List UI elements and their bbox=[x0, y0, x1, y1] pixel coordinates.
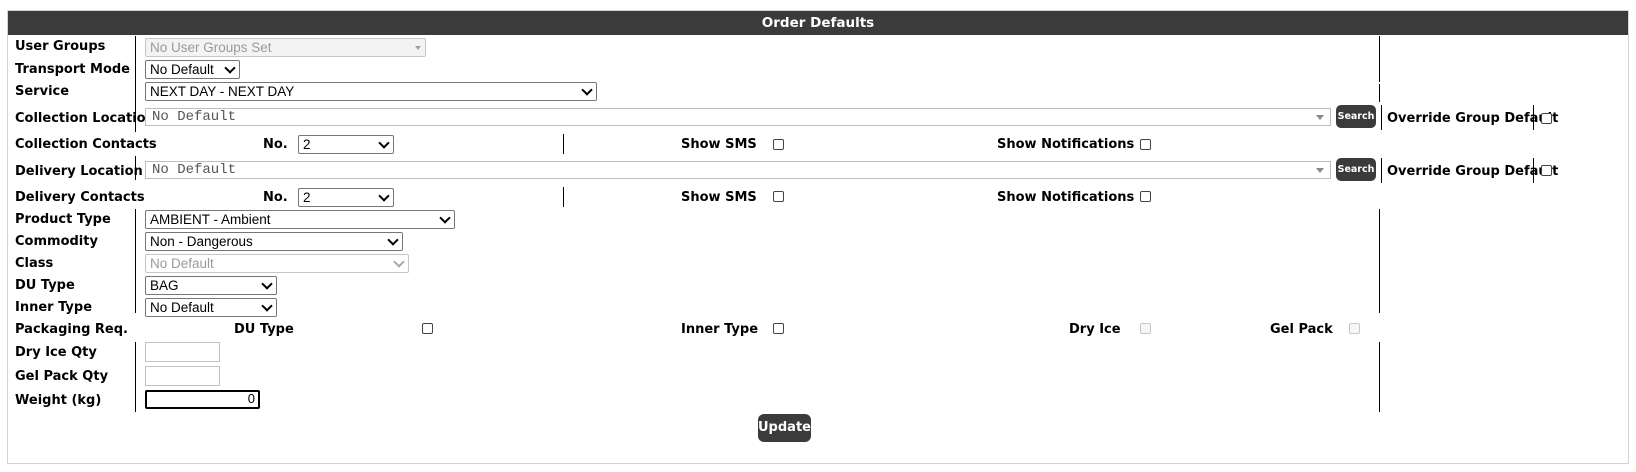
packaging-dry-ice-checkbox[interactable] bbox=[1140, 323, 1151, 334]
transport-mode-value: No Default bbox=[150, 62, 214, 77]
delivery-show-notifications-label: Show Notifications bbox=[997, 190, 1135, 205]
update-button[interactable]: Update bbox=[758, 414, 811, 442]
collection-contacts-label: Collection Contacts bbox=[15, 137, 157, 152]
chevron-down-icon bbox=[378, 190, 390, 202]
inner-type-select[interactable]: No Default bbox=[145, 298, 277, 317]
packaging-gel-pack-checkbox[interactable] bbox=[1349, 323, 1360, 334]
collection-location-combo[interactable]: No Default bbox=[145, 108, 1331, 126]
chevron-down-icon bbox=[439, 212, 451, 224]
service-select[interactable]: NEXT DAY - NEXT DAY bbox=[145, 82, 597, 101]
commodity-select[interactable]: Non - Dangerous bbox=[145, 232, 403, 251]
transport-mode-label: Transport Mode bbox=[15, 62, 130, 77]
inner-type-label: Inner Type bbox=[15, 300, 93, 315]
du-type-label: DU Type bbox=[15, 278, 75, 293]
contacts-divider bbox=[563, 187, 564, 207]
product-type-label: Product Type bbox=[15, 212, 111, 227]
delivery-contacts-label: Delivery Contacts bbox=[15, 190, 145, 205]
label-divider bbox=[135, 209, 136, 313]
delivery-show-notifications-checkbox[interactable] bbox=[1140, 191, 1151, 202]
delivery-location-combo[interactable]: No Default bbox=[145, 161, 1331, 179]
panel-title: Order Defaults bbox=[8, 11, 1628, 35]
class-select[interactable]: No Default bbox=[145, 254, 409, 273]
packaging-gel-pack-label: Gel Pack bbox=[1270, 322, 1333, 337]
packaging-du-type-label: DU Type bbox=[234, 322, 294, 337]
contacts-divider bbox=[563, 134, 564, 154]
dropdown-arrow-icon bbox=[1316, 115, 1324, 120]
collection-show-sms-label: Show SMS bbox=[681, 137, 757, 152]
right-divider bbox=[1381, 105, 1382, 130]
packaging-dry-ice-label: Dry Ice bbox=[1069, 322, 1121, 337]
chevron-down-icon bbox=[393, 256, 405, 268]
delivery-show-sms-checkbox[interactable] bbox=[773, 191, 784, 202]
gel-pack-qty-input[interactable] bbox=[145, 366, 220, 386]
collection-search-button[interactable]: Search bbox=[1336, 105, 1376, 128]
dropdown-arrow-icon bbox=[1316, 168, 1324, 173]
delivery-no-value: 2 bbox=[303, 190, 311, 205]
commodity-value: Non - Dangerous bbox=[150, 234, 253, 249]
chevron-down-icon bbox=[415, 46, 421, 50]
chevron-down-icon bbox=[387, 234, 399, 246]
collection-override-checkbox[interactable] bbox=[1541, 113, 1552, 124]
right-divider bbox=[1379, 36, 1380, 82]
class-value: No Default bbox=[150, 256, 214, 271]
chevron-down-icon bbox=[378, 137, 390, 149]
du-type-select[interactable]: BAG bbox=[145, 276, 277, 295]
chevron-down-icon bbox=[224, 62, 236, 74]
commodity-label: Commodity bbox=[15, 234, 98, 249]
right-divider bbox=[1381, 158, 1382, 183]
class-label: Class bbox=[15, 256, 54, 271]
user-groups-value: No User Groups Set bbox=[150, 40, 272, 55]
user-groups-label: User Groups bbox=[15, 39, 106, 54]
delivery-override-label: Override Group Default bbox=[1387, 164, 1559, 179]
delivery-no-select[interactable]: 2 bbox=[298, 188, 394, 207]
label-divider bbox=[135, 36, 136, 132]
packaging-req-label: Packaging Req. bbox=[15, 322, 128, 337]
chevron-down-icon bbox=[581, 84, 593, 96]
label-divider bbox=[135, 342, 136, 412]
packaging-inner-type-label: Inner Type bbox=[681, 322, 759, 337]
product-type-value: AMBIENT - Ambient bbox=[150, 212, 271, 227]
delivery-show-sms-label: Show SMS bbox=[681, 190, 757, 205]
packaging-inner-type-checkbox[interactable] bbox=[773, 323, 784, 334]
collection-no-value: 2 bbox=[303, 137, 311, 152]
collection-no-select[interactable]: 2 bbox=[298, 135, 394, 154]
gel-pack-qty-label: Gel Pack Qty bbox=[15, 369, 109, 384]
delivery-location-value: No Default bbox=[152, 162, 237, 178]
right-divider bbox=[1379, 84, 1380, 102]
service-value: NEXT DAY - NEXT DAY bbox=[150, 84, 295, 99]
transport-mode-select[interactable]: No Default bbox=[145, 60, 240, 79]
collection-override-label: Override Group Default bbox=[1387, 111, 1559, 126]
dry-ice-qty-label: Dry Ice Qty bbox=[15, 345, 97, 360]
service-label: Service bbox=[15, 84, 70, 99]
dry-ice-qty-input[interactable] bbox=[145, 342, 220, 362]
inner-type-value: No Default bbox=[150, 300, 214, 315]
weight-input[interactable]: 0 bbox=[145, 390, 260, 409]
delivery-search-button[interactable]: Search bbox=[1336, 158, 1376, 181]
collection-location-label: Collection Location bbox=[15, 111, 155, 126]
collection-location-value: No Default bbox=[152, 109, 237, 125]
delivery-override-checkbox[interactable] bbox=[1541, 165, 1552, 176]
collection-show-sms-checkbox[interactable] bbox=[773, 139, 784, 150]
user-groups-select[interactable]: No User Groups Set bbox=[145, 38, 426, 57]
chevron-down-icon bbox=[261, 300, 273, 312]
du-type-value: BAG bbox=[150, 278, 179, 293]
right-divider bbox=[1379, 342, 1380, 412]
collection-show-notifications-checkbox[interactable] bbox=[1140, 139, 1151, 150]
label-divider bbox=[135, 156, 136, 180]
packaging-du-type-checkbox[interactable] bbox=[422, 323, 433, 334]
delivery-no-label: No. bbox=[263, 190, 288, 205]
right-divider bbox=[1379, 209, 1380, 313]
chevron-down-icon bbox=[261, 278, 273, 290]
product-type-select[interactable]: AMBIENT - Ambient bbox=[145, 210, 455, 229]
delivery-location-label: Delivery Location bbox=[15, 164, 143, 179]
weight-label: Weight (kg) bbox=[15, 393, 102, 408]
collection-no-label: No. bbox=[263, 137, 288, 152]
collection-show-notifications-label: Show Notifications bbox=[997, 137, 1135, 152]
